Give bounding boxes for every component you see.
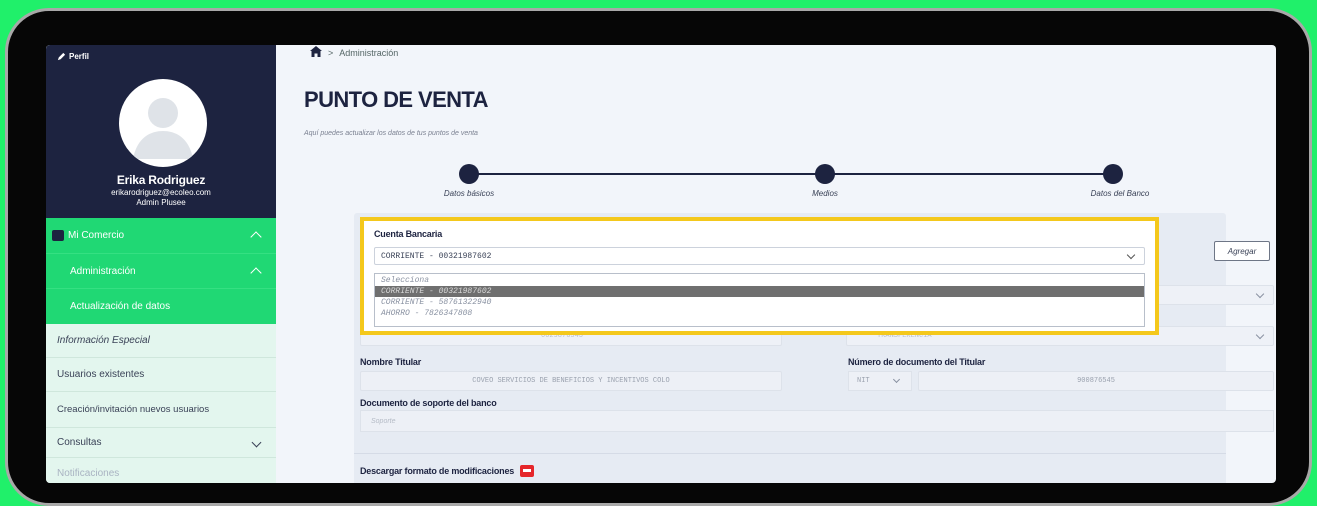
step-dot-1[interactable] — [459, 164, 479, 184]
bank-account-select[interactable]: CORRIENTE - 00321987602 — [374, 247, 1145, 265]
menu-special-info-label: Información Especial — [57, 335, 150, 346]
profile-panel: Perfil Erika Rodriguez erikarodriguez@ec… — [46, 45, 276, 218]
bank-option[interactable]: CORRIENTE - 58761322940 — [375, 297, 1144, 308]
bank-option-selected[interactable]: CORRIENTE - 00321987602 — [375, 286, 1144, 297]
bank-account-highlight: Cuenta Bancaria CORRIENTE - 00321987602 … — [360, 217, 1159, 335]
holder-name-label: Nombre Titular — [360, 357, 422, 367]
sidebar: Perfil Erika Rodriguez erikarodriguez@ec… — [46, 45, 276, 483]
pencil-icon — [57, 52, 66, 61]
breadcrumb: > Administración — [310, 46, 398, 59]
breadcrumb-current[interactable]: Administración — [339, 48, 398, 58]
chevron-up-icon — [250, 267, 262, 279]
bank-account-label: Cuenta Bancaria — [374, 229, 443, 239]
chevron-down-icon — [1126, 250, 1136, 260]
menu-my-commerce-label: Mi Comercio — [68, 230, 125, 241]
store-icon — [52, 230, 64, 241]
step-label-1: Datos básicos — [443, 189, 495, 198]
holder-name-field[interactable]: COVEO SERVICIOS DE BENEFICIOS Y INCENTIV… — [360, 371, 782, 391]
step-label-2: Medios — [812, 189, 838, 198]
menu-notifications-label: Notificaciones — [57, 467, 120, 479]
chevron-down-icon — [1255, 289, 1265, 299]
bank-account-value: CORRIENTE - 00321987602 — [381, 251, 492, 261]
menu-notifications[interactable]: Notificaciones — [46, 458, 276, 483]
bank-option-placeholder[interactable]: Selecciona — [375, 274, 1144, 286]
user-name: Erika Rodriguez — [116, 173, 206, 187]
chevron-up-icon — [250, 231, 262, 243]
user-email: erikarodriguez@ecoleo.com — [111, 188, 211, 197]
step-label-3: Datos del Banco — [1090, 189, 1150, 198]
chevron-down-icon — [892, 375, 901, 384]
avatar — [119, 79, 207, 167]
holder-doc-label: Número de documento del Titular — [848, 357, 986, 367]
menu-create-invite-label: Creación/invitación nuevos usuarios — [57, 403, 210, 415]
menu-queries-label: Consultas — [57, 437, 102, 448]
breadcrumb-separator: > — [328, 47, 334, 58]
holder-doc-field[interactable]: 900876545 — [918, 371, 1274, 391]
download-format-link[interactable]: Descargar formato de modificaciones — [360, 465, 535, 477]
progress-stepper: Datos básicos Medios Datos del Banco — [276, 163, 1276, 203]
menu-existing-users[interactable]: Usuarios existentes — [46, 358, 276, 392]
step-connector — [825, 173, 1114, 175]
page-subtitle: Aquí puedes actualizar los datos de tus … — [304, 130, 478, 137]
menu-update-data-label: Actualización de datos — [70, 301, 171, 312]
edit-profile-link[interactable]: Perfil — [57, 52, 89, 61]
menu-administration[interactable]: Administración — [46, 253, 276, 288]
doc-type-select[interactable]: NIT — [848, 371, 912, 391]
home-icon[interactable] — [310, 46, 322, 59]
add-account-button[interactable]: Agregar — [1214, 241, 1270, 261]
edit-profile-label: Perfil — [69, 52, 90, 61]
doc-type-value: NIT — [857, 377, 870, 385]
bank-option[interactable]: AHORRO - 7826347808 — [375, 308, 1144, 319]
step-dot-3[interactable] — [1103, 164, 1123, 184]
bank-account-options: Selecciona CORRIENTE - 00321987602 CORRI… — [374, 273, 1145, 327]
menu-existing-users-label: Usuarios existentes — [57, 369, 145, 380]
pdf-icon[interactable] — [520, 465, 535, 477]
support-doc-label: Documento de soporte del banco — [360, 398, 497, 408]
download-format-label: Descargar formato de modificaciones — [360, 466, 515, 476]
chevron-down-icon — [251, 437, 262, 448]
chevron-down-icon — [1255, 330, 1265, 340]
user-silhouette-icon — [133, 98, 193, 159]
menu-update-data[interactable]: Actualización de datos — [46, 288, 276, 324]
page-title: PUNTO DE VENTA — [304, 87, 489, 112]
step-connector — [468, 173, 825, 175]
support-doc-upload[interactable]: Soporte — [360, 410, 1274, 432]
menu-create-invite-users[interactable]: Creación/invitación nuevos usuarios — [46, 392, 276, 428]
menu-administration-label: Administración — [70, 265, 136, 277]
menu-queries[interactable]: Consultas — [46, 428, 276, 458]
user-role: Admin Plusee — [136, 198, 186, 207]
app-screen: Perfil Erika Rodriguez erikarodriguez@ec… — [46, 45, 1276, 483]
main-content: > Administración PUNTO DE VENTA Aquí pue… — [276, 45, 1276, 483]
menu-my-commerce[interactable]: Mi Comercio — [46, 218, 276, 253]
menu-special-info[interactable]: Información Especial — [46, 324, 276, 358]
step-dot-2[interactable] — [815, 164, 835, 184]
